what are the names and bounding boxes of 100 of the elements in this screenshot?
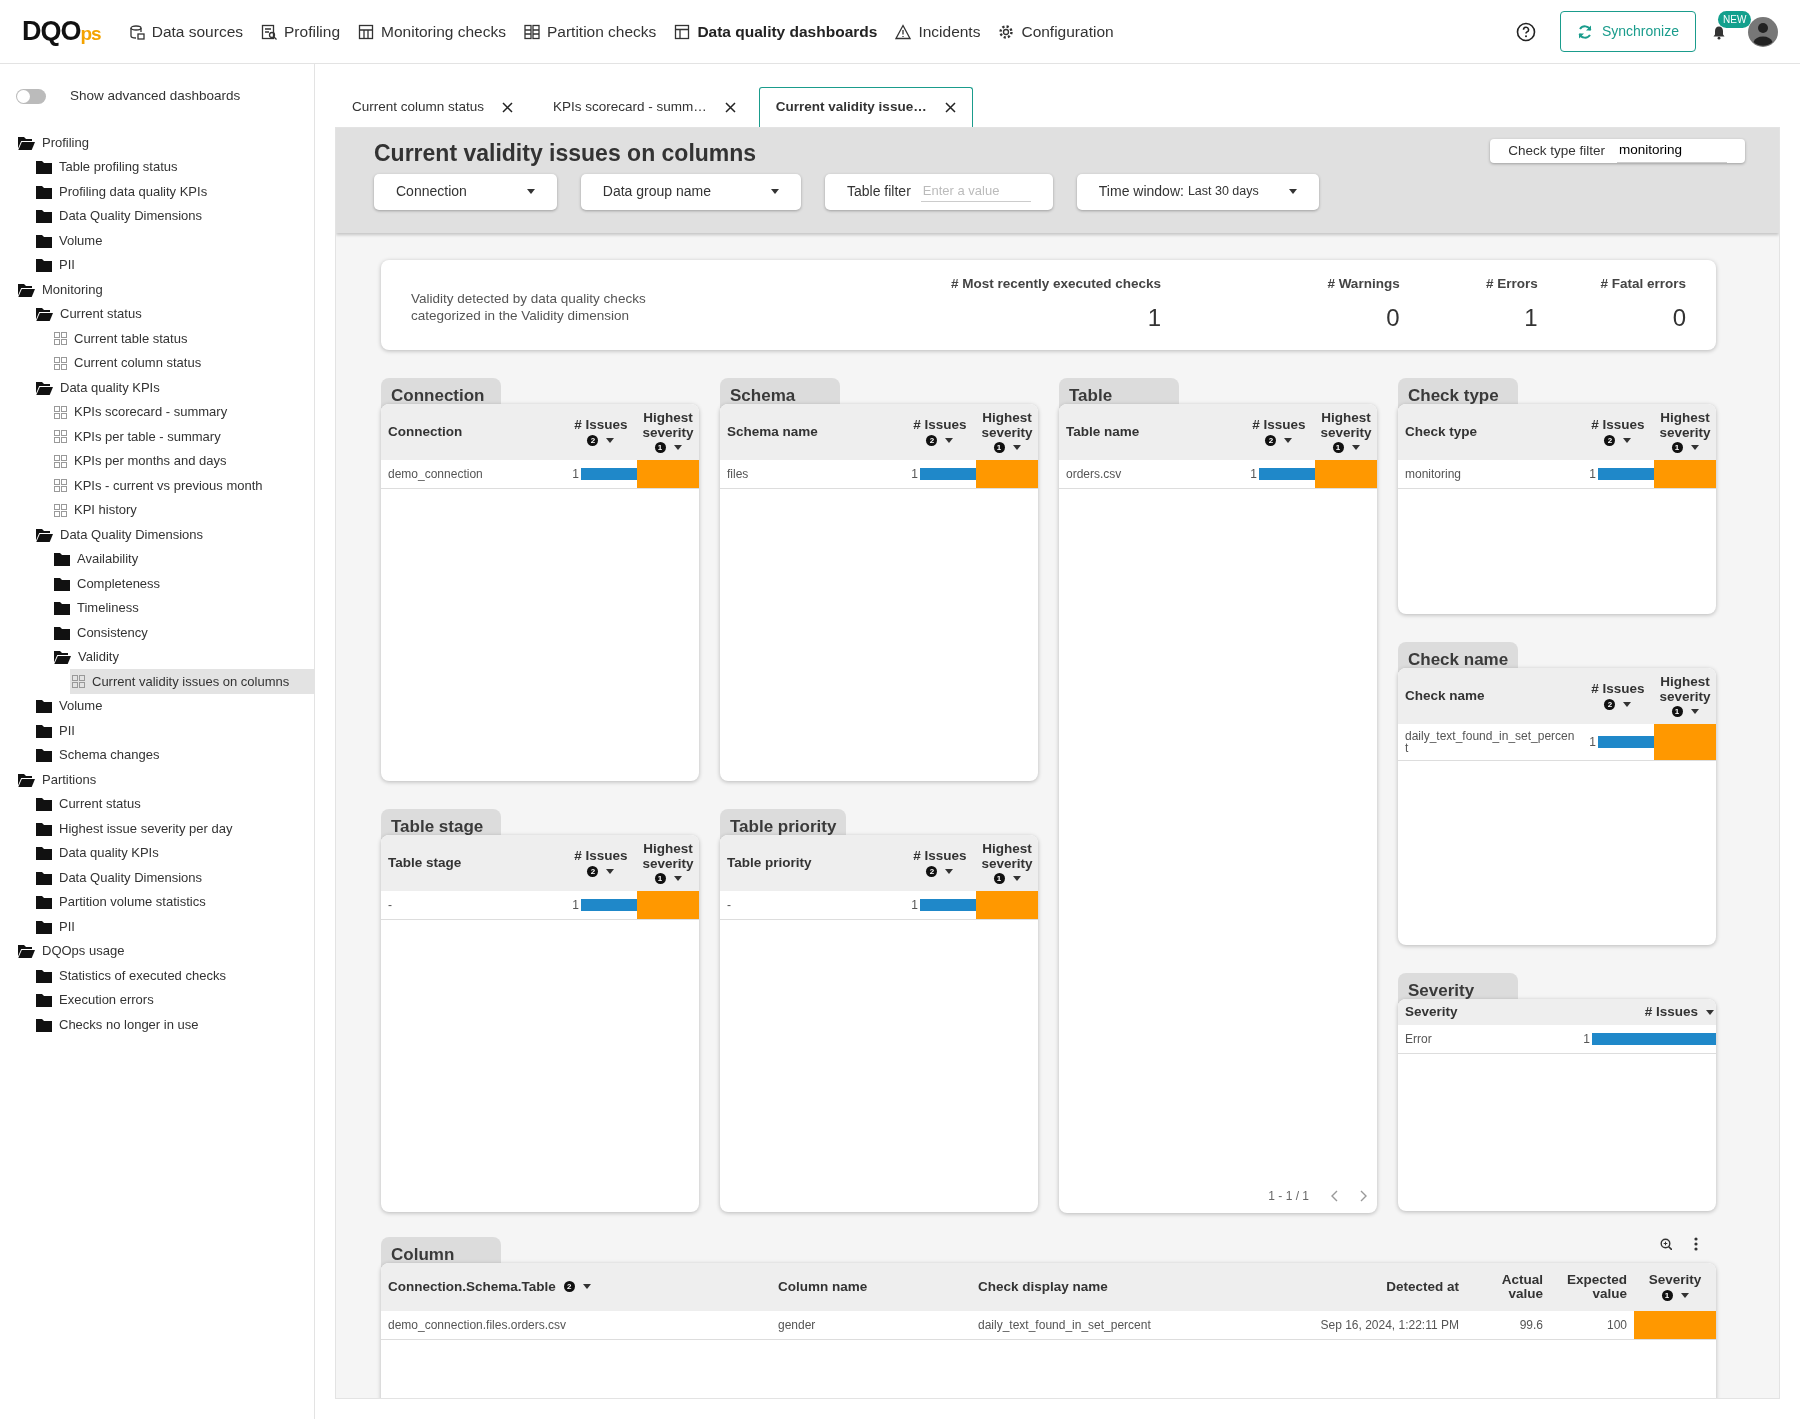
- check-type-filter-field[interactable]: Check type filter monitoring: [1490, 139, 1745, 163]
- folder-item[interactable]: Current status: [34, 791, 314, 817]
- folder-item[interactable]: Consistency: [52, 620, 314, 645]
- column-header[interactable]: Schema name: [727, 424, 818, 440]
- caret-icon[interactable]: [771, 189, 779, 195]
- toggle-switch[interactable]: [16, 88, 46, 104]
- close-icon[interactable]: [724, 102, 736, 113]
- folder-item[interactable]: Validity: [52, 644, 314, 670]
- synchronize-button[interactable]: Synchronize: [1559, 11, 1696, 52]
- folder-item[interactable]: Monitoring: [16, 277, 314, 302]
- filter-dropdown[interactable]: Data group name: [580, 173, 801, 210]
- caret-icon[interactable]: [1690, 708, 1699, 714]
- folder-item[interactable]: Data Quality Dimensions: [34, 203, 314, 229]
- column-header[interactable]: # Issues: [1644, 1005, 1698, 1020]
- dashboard-link[interactable]: Current validity issues on columns: [70, 669, 314, 694]
- caret-icon[interactable]: [1690, 444, 1699, 450]
- dashboard-link[interactable]: KPIs per months and days: [52, 448, 314, 474]
- column-header[interactable]: Highest severity: [978, 411, 1036, 440]
- column-header[interactable]: Highest severity: [1656, 675, 1714, 704]
- caret-icon[interactable]: [1284, 437, 1293, 443]
- column-header[interactable]: Table name: [1066, 424, 1140, 440]
- nav-link[interactable]: Monitoring checks: [358, 19, 506, 44]
- caret-icon[interactable]: [526, 189, 535, 195]
- help-icon[interactable]: [1515, 21, 1536, 42]
- column-header[interactable]: Highest severity: [639, 411, 697, 440]
- nav-link[interactable]: Configuration: [998, 19, 1114, 44]
- caret-icon[interactable]: [673, 444, 682, 450]
- column-header[interactable]: Actual value: [1473, 1272, 1543, 1302]
- column-header[interactable]: # Issues: [567, 849, 635, 864]
- column-header[interactable]: # Issues: [567, 418, 635, 433]
- folder-item[interactable]: Data quality KPIs: [34, 840, 314, 866]
- chevron-right-icon[interactable]: [1360, 1190, 1367, 1202]
- folder-item[interactable]: Profiling: [16, 130, 314, 155]
- column-header[interactable]: Highest severity: [1317, 411, 1375, 440]
- folder-item[interactable]: Timeliness: [52, 595, 314, 621]
- nav-link[interactable]: Incidents: [895, 19, 981, 44]
- caret-icon[interactable]: [1706, 1009, 1714, 1015]
- folder-item[interactable]: Highest issue severity per day: [34, 816, 314, 841]
- dashboard-link[interactable]: KPIs - current vs previous month: [52, 473, 314, 498]
- column-header[interactable]: # Issues: [1584, 418, 1652, 433]
- folder-item[interactable]: Availability: [52, 546, 314, 572]
- caret-icon[interactable]: [945, 437, 954, 443]
- folder-item[interactable]: Profiling data quality KPIs: [34, 179, 314, 204]
- caret-icon[interactable]: [945, 868, 954, 874]
- bell-icon[interactable]: [1712, 24, 1726, 40]
- caret-icon[interactable]: [673, 875, 682, 881]
- column-header[interactable]: Severity: [1641, 1273, 1709, 1288]
- caret-icon[interactable]: [582, 1284, 591, 1290]
- folder-item[interactable]: PII: [34, 914, 314, 939]
- caret-icon[interactable]: [1680, 1292, 1689, 1298]
- table-filter-field[interactable]: Table filter Enter a value: [825, 173, 1053, 210]
- dashboard-tab[interactable]: Current column status: [335, 87, 531, 127]
- dashboard-tab[interactable]: KPIs scorecard - summ…: [536, 87, 753, 127]
- column-header[interactable]: Check type: [1405, 424, 1478, 440]
- folder-item[interactable]: PII: [34, 252, 314, 278]
- dashboard-link[interactable]: Current column status: [52, 350, 314, 376]
- filter-dropdown[interactable]: Connection: [374, 173, 557, 210]
- close-icon[interactable]: [944, 102, 956, 113]
- avatar-icon[interactable]: [1748, 16, 1778, 47]
- column-header[interactable]: Table stage: [388, 855, 462, 871]
- caret-icon[interactable]: [1623, 437, 1632, 443]
- dashboard-link[interactable]: KPI history: [52, 497, 314, 523]
- column-header[interactable]: Check display name: [978, 1279, 1108, 1295]
- column-header[interactable]: Highest severity: [1656, 411, 1714, 440]
- folder-item[interactable]: DQOps usage: [16, 938, 314, 964]
- column-header[interactable]: Highest severity: [978, 842, 1036, 871]
- caret-icon[interactable]: [1288, 189, 1297, 195]
- dashboard-tab[interactable]: Current validity issue…: [758, 87, 973, 127]
- column-header[interactable]: Severity: [1405, 1005, 1458, 1020]
- dashboard-link[interactable]: Current table status: [52, 326, 314, 351]
- column-header[interactable]: Detected at: [1288, 1279, 1459, 1295]
- folder-item[interactable]: Partition volume statistics: [34, 889, 314, 915]
- folder-item[interactable]: Schema changes: [34, 742, 314, 768]
- folder-item[interactable]: Data Quality Dimensions: [34, 522, 314, 547]
- column-header[interactable]: Connection.Schema.Table: [388, 1279, 556, 1295]
- folder-item[interactable]: Checks no longer in use: [34, 1012, 314, 1037]
- column-header[interactable]: Expected value: [1557, 1272, 1627, 1302]
- folder-item[interactable]: Execution errors: [34, 987, 314, 1013]
- column-header[interactable]: Highest severity: [639, 842, 697, 871]
- dashboard-link[interactable]: KPIs per table - summary: [52, 424, 314, 449]
- column-header[interactable]: Connection: [388, 424, 463, 440]
- caret-icon[interactable]: [1012, 444, 1021, 450]
- column-header[interactable]: # Issues: [906, 418, 974, 433]
- column-header[interactable]: Column name: [778, 1279, 868, 1295]
- nav-link[interactable]: Data quality dashboards: [674, 19, 878, 44]
- folder-item[interactable]: PII: [34, 718, 314, 743]
- caret-icon[interactable]: [606, 437, 615, 443]
- caret-icon[interactable]: [1351, 444, 1360, 450]
- nav-link[interactable]: Data sources: [128, 19, 244, 44]
- folder-item[interactable]: Volume: [34, 228, 314, 253]
- folder-item[interactable]: Data quality KPIs: [34, 375, 314, 400]
- zoom-icon[interactable]: [1660, 1238, 1672, 1250]
- caret-icon[interactable]: [1623, 701, 1632, 707]
- more-icon[interactable]: [1694, 1237, 1698, 1251]
- folder-item[interactable]: Partitions: [16, 767, 314, 792]
- filter-dropdown[interactable]: Time window: Last 30 days: [1076, 173, 1319, 210]
- column-header[interactable]: Table priority: [727, 855, 812, 871]
- close-icon[interactable]: [502, 102, 514, 113]
- folder-item[interactable]: Table profiling status: [34, 154, 314, 180]
- folder-item[interactable]: Data Quality Dimensions: [34, 865, 314, 890]
